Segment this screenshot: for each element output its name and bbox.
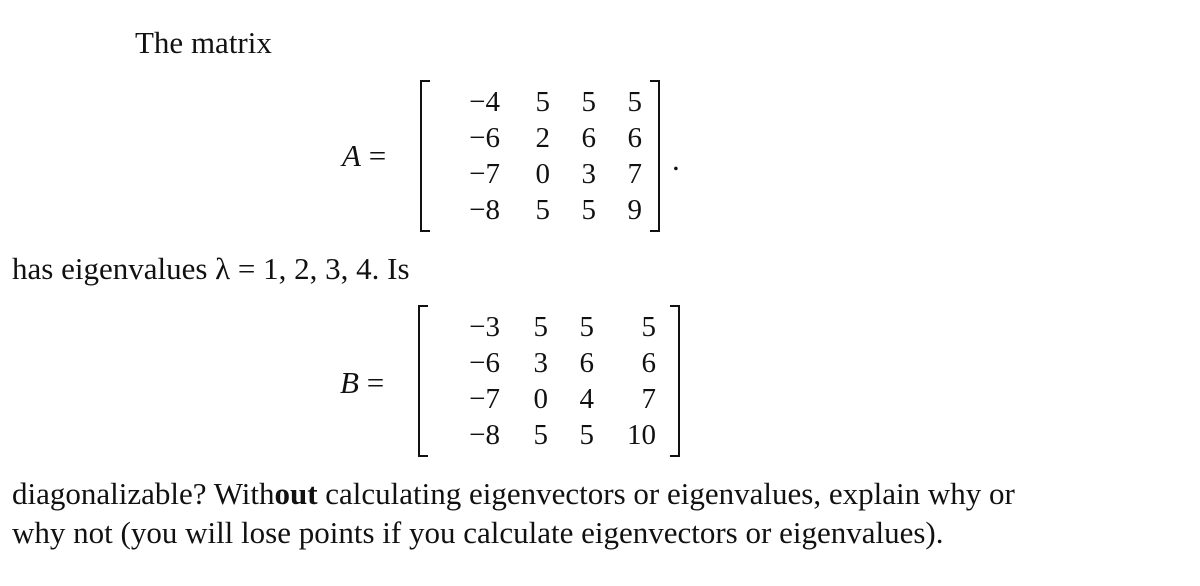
matrix-a-cell-r2c3: 6	[581, 122, 597, 154]
intro-text: The matrix	[135, 25, 272, 60]
matrix-b-cell-r4c3: 5	[579, 419, 595, 451]
matrix-a-left-bracket	[420, 80, 430, 232]
matrix-a-cell-r4c4: 9	[627, 194, 643, 226]
matrix-a-equals: =	[368, 138, 387, 173]
matrix-b-cell-r2c3: 6	[579, 347, 595, 379]
matrix-a-cell-r3c2: 0	[535, 158, 551, 190]
matrix-a-label: A =	[342, 138, 386, 174]
matrix-a-cell-r1c1: −4	[469, 86, 500, 118]
matrix-b-cell-r1c3: 5	[579, 311, 595, 343]
matrix-b-cell-r3c3: 4	[579, 383, 595, 415]
matrix-b-variable: B	[340, 365, 359, 400]
matrix-b-cell-r3c2: 0	[533, 383, 549, 415]
matrix-a-cell-r1c3: 5	[581, 86, 597, 118]
matrix-a-right-bracket	[650, 80, 660, 232]
matrix-b-cell-r2c4: 6	[641, 347, 657, 379]
matrix-a-cell-r3c4: 7	[627, 158, 643, 190]
matrix-a-cell-r2c4: 6	[627, 122, 643, 154]
matrix-b-cell-r4c2: 5	[533, 419, 549, 451]
eigenvalues-statement: has eigenvalues λ = 1, 2, 3, 4. Is	[12, 251, 410, 286]
matrix-b-left-bracket	[418, 305, 428, 457]
question-line-1-start: diagonalizable? With	[12, 476, 275, 511]
matrix-a-cell-r1c2: 5	[535, 86, 551, 118]
matrix-b: −3 5 5 5 −6 3 6 6 −7 0 4 7 −8 5 5 10	[418, 305, 680, 457]
matrix-a-cell-r4c2: 5	[535, 194, 551, 226]
matrix-a: −4 5 5 5 −6 2 6 6 −7 0 3 7 −8 5 5 9	[420, 80, 660, 232]
matrix-a-cell-r1c4: 5	[627, 86, 643, 118]
matrix-a-cell-r2c1: −6	[469, 122, 500, 154]
matrix-b-cell-r2c2: 3	[533, 347, 549, 379]
matrix-b-right-bracket	[670, 305, 680, 457]
matrix-a-cell-r4c1: −8	[469, 194, 500, 226]
matrix-a-cell-r3c3: 3	[581, 158, 597, 190]
matrix-a-variable: A	[342, 138, 361, 173]
matrix-b-cell-r3c1: −7	[469, 383, 500, 415]
matrix-a-cell-r3c1: −7	[469, 158, 500, 190]
question-emphasis-out: out	[274, 476, 318, 511]
question-line-2: why not (you will lose points if you cal…	[12, 515, 944, 550]
question-line-1: diagonalizable? Without calculating eige…	[12, 478, 1015, 509]
matrix-b-cell-r4c4: 10	[627, 419, 656, 451]
matrix-b-cell-r2c1: −6	[469, 347, 500, 379]
matrix-b-cell-r1c1: −3	[469, 311, 500, 343]
question-line-1-end: calculating eigenvectors or eigenvalues,…	[317, 476, 1015, 511]
matrix-b-label: B =	[340, 365, 384, 401]
matrix-b-cell-r1c4: 5	[641, 311, 657, 343]
matrix-b-equals: =	[366, 365, 385, 400]
matrix-b-cell-r1c2: 5	[533, 311, 549, 343]
matrix-a-cell-r2c2: 2	[535, 122, 551, 154]
matrix-b-cell-r4c1: −8	[469, 419, 500, 451]
matrix-b-cell-r3c4: 7	[641, 383, 657, 415]
matrix-a-cell-r4c3: 5	[581, 194, 597, 226]
matrix-a-period: .	[672, 142, 680, 177]
